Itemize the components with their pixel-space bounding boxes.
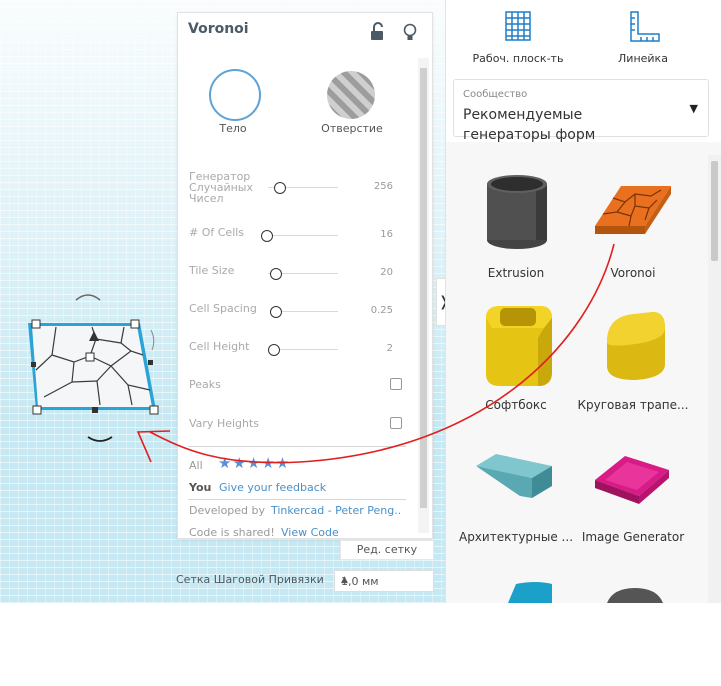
library-scrollbar[interactable] — [708, 155, 721, 603]
library-name: Рекомендуемые генераторы форм — [463, 107, 596, 143]
param-label-tile-size: Tile Size — [189, 264, 235, 277]
rotate-handle-bottom[interactable] — [87, 436, 113, 442]
code-shared-label: Code is shared! — [189, 526, 275, 539]
ruler-icon — [630, 11, 660, 42]
divider — [188, 499, 406, 500]
blue-shape-icon — [508, 582, 552, 603]
check-label-vary-heights: Vary Heights — [189, 417, 260, 430]
slider-track-cells — [262, 235, 338, 236]
round-trapezoid-shape-icon — [607, 312, 665, 380]
param-label-cell-height: Cell Height — [189, 340, 250, 353]
library-item-architectural[interactable]: Архитектурные ... — [456, 426, 576, 546]
edit-grid-button[interactable]: Ред. сетку — [340, 540, 434, 560]
shape-inspector-panel: Voronoi Тело Отверстие Генератор Случайн… — [177, 12, 433, 539]
workplane-label: Рабоч. плоск-ть — [472, 52, 564, 65]
shape-library-grid: Extrusion Voronoi Софтбокс Круговая трап… — [446, 142, 721, 603]
check-label-peaks: Peaks — [189, 378, 221, 391]
right-panel: Рабоч. плоск-ть Линейка Сообщество Реком… — [445, 0, 721, 603]
slider-track-cell-spacing — [272, 311, 338, 312]
ruler-label: Линейка — [618, 52, 668, 65]
architectural-shape-icon — [476, 454, 552, 498]
library-item-label: Voronoi — [610, 266, 656, 280]
library-item-voronoi[interactable]: Voronoi — [573, 162, 693, 282]
param-label-seed: Генератор Случайных Чисел — [189, 170, 253, 205]
library-item-round-trapezoid[interactable]: Круговая трапе... — [573, 294, 693, 414]
library-item-label: Круговая трапе... — [577, 398, 689, 412]
slider-knob-tile-size[interactable] — [270, 268, 282, 280]
slider-track-cell-height — [271, 349, 338, 350]
rating-label: All — [189, 459, 203, 472]
feedback-link[interactable]: Give your feedback — [219, 481, 326, 494]
developer-link[interactable]: Tinkercad - Peter Peng.. — [271, 504, 401, 517]
workplane-button[interactable]: Рабоч. плоск-ть — [468, 8, 568, 68]
developed-label: Developed by — [189, 504, 266, 517]
chevron-up-icon: ▲ — [341, 575, 348, 585]
lightbulb-icon[interactable] — [401, 22, 419, 42]
rotate-handle-top[interactable] — [75, 294, 101, 301]
param-label-cell-spacing: Cell Spacing — [189, 302, 257, 315]
view-code-link[interactable]: View Code — [281, 526, 339, 539]
lock-icon[interactable] — [368, 22, 386, 42]
you-label: You — [189, 481, 212, 494]
slider-knob-cell-spacing[interactable] — [269, 306, 282, 318]
voronoi-shape-icon — [595, 186, 671, 234]
divider — [188, 446, 406, 447]
library-item-softbox[interactable]: Софтбокс — [456, 294, 576, 414]
vary-heights-checkbox[interactable] — [390, 417, 402, 429]
caret-down-icon: ▼ — [689, 102, 698, 115]
rotate-handle-side[interactable] — [150, 329, 155, 351]
library-item-image-generator[interactable]: Image Generator — [573, 426, 693, 546]
param-value-cells: 16 — [380, 229, 393, 240]
library-category-label: Сообщество — [463, 89, 528, 100]
library-scrollbar-thumb[interactable] — [711, 161, 718, 261]
solid-label: Тело — [219, 122, 247, 135]
library-item-label: Архитектурные ... — [458, 530, 574, 544]
softbox-shape-icon — [486, 306, 552, 386]
panel-scrollbar-thumb[interactable] — [420, 68, 427, 508]
snap-grid-select[interactable]: 1,0 мм ▲ — [334, 570, 434, 592]
param-label-cells: # Of Cells — [189, 226, 245, 239]
library-item-partial[interactable] — [456, 566, 576, 686]
snap-grid-label: Сетка Шаговой Привязки — [176, 573, 324, 586]
param-value-tile-size: 20 — [380, 267, 393, 278]
panel-title: Voronoi — [188, 21, 249, 37]
extrusion-shape-icon — [487, 175, 547, 249]
param-value-seed: 256 — [373, 181, 393, 192]
solid-button[interactable] — [209, 69, 261, 121]
library-item-label: Image Generator — [581, 530, 685, 544]
library-item-label: Extrusion — [487, 266, 545, 280]
hole-label: Отверстие — [321, 122, 383, 135]
workplane-icon — [505, 11, 531, 41]
slider-knob-cell-height[interactable] — [268, 344, 280, 356]
library-item-label: Софтбокс — [485, 398, 547, 412]
panel-scrollbar[interactable] — [418, 58, 429, 533]
slider-knob-cells[interactable] — [260, 230, 273, 242]
param-value-cell-height: 2 — [386, 343, 393, 354]
ruler-button[interactable]: Линейка — [593, 8, 693, 68]
param-value-cell-spacing: 0.25 — [370, 305, 393, 316]
library-item-partial[interactable] — [573, 566, 693, 686]
hole-button[interactable] — [327, 71, 375, 119]
library-item-extrusion[interactable]: Extrusion — [456, 162, 576, 282]
peaks-checkbox[interactable] — [390, 378, 402, 390]
image-generator-shape-icon — [595, 456, 669, 504]
gray-shape-icon — [607, 588, 663, 603]
library-dropdown[interactable]: Сообщество Рекомендуемые генераторы форм… — [453, 79, 709, 143]
rating-stars: ★★★★★ — [218, 454, 291, 472]
slider-knob-seed[interactable] — [274, 182, 287, 194]
